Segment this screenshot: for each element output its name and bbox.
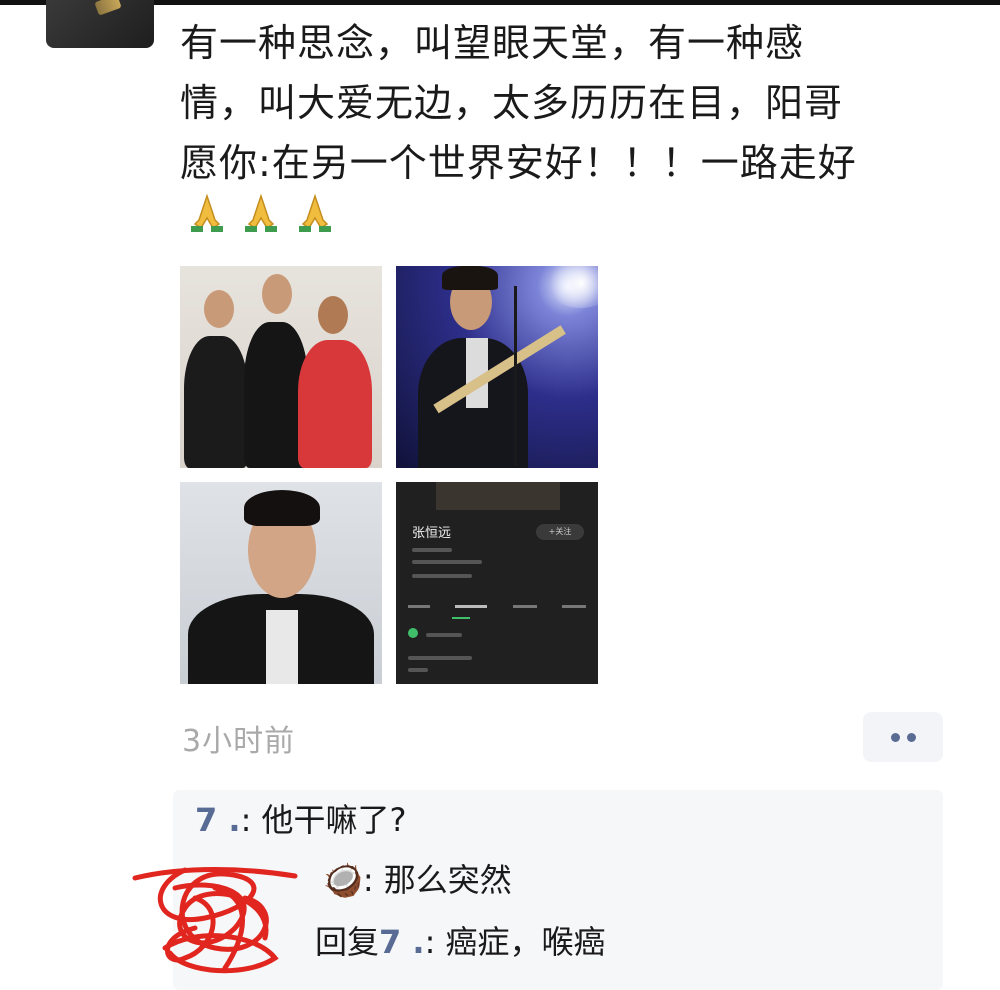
pray-icon <box>237 190 285 236</box>
avatar[interactable] <box>46 0 154 48</box>
dot-icon <box>906 732 916 742</box>
photo-portrait[interactable] <box>180 482 382 684</box>
dot-icon <box>890 732 900 742</box>
app-tabs <box>408 602 586 608</box>
post-time: 3小时前 <box>182 724 296 759</box>
comment-text: 他干嘛了? <box>261 801 407 839</box>
comment-item[interactable]: 7 .: 他干嘛了? <box>195 798 407 842</box>
comment-author[interactable]: 7 . <box>195 801 241 839</box>
post-text-line: 愿你:在另一个世界安好！！！一路走好 <box>180 141 857 185</box>
app-follow-button: +关注 <box>536 524 584 540</box>
coconut-emoji: 🥥 <box>323 861 363 899</box>
post-text: 有一种思念，叫望眼天堂，有一种感 情，叫大爱无边，太多历历在目，阳哥 愿你:在另… <box>180 13 960 193</box>
comment-separator: : <box>240 801 262 839</box>
redaction-scribble <box>132 867 298 974</box>
photo-guitarist[interactable] <box>396 266 598 468</box>
comment-separator: : <box>362 861 384 899</box>
play-icon <box>408 628 418 638</box>
comment-text: 癌症，喉癌 <box>445 923 606 961</box>
post-text-line: 情，叫大爱无边，太多历历在目，阳哥 <box>180 81 844 125</box>
post-text-line: 有一种思念，叫望眼天堂，有一种感 <box>180 21 805 65</box>
comment-text: 那么突然 <box>383 861 512 899</box>
pray-icon <box>291 190 339 236</box>
more-actions-button[interactable] <box>863 712 943 762</box>
emoji-row <box>183 190 339 236</box>
photo-app-screenshot[interactable]: 张恒远 +关注 <box>396 482 598 684</box>
reply-target[interactable]: 7 . <box>379 923 425 961</box>
app-artist-name: 张恒远 <box>412 526 452 541</box>
comment-separator: : <box>424 923 446 961</box>
photo-group[interactable] <box>180 266 382 468</box>
pray-icon <box>183 190 231 236</box>
